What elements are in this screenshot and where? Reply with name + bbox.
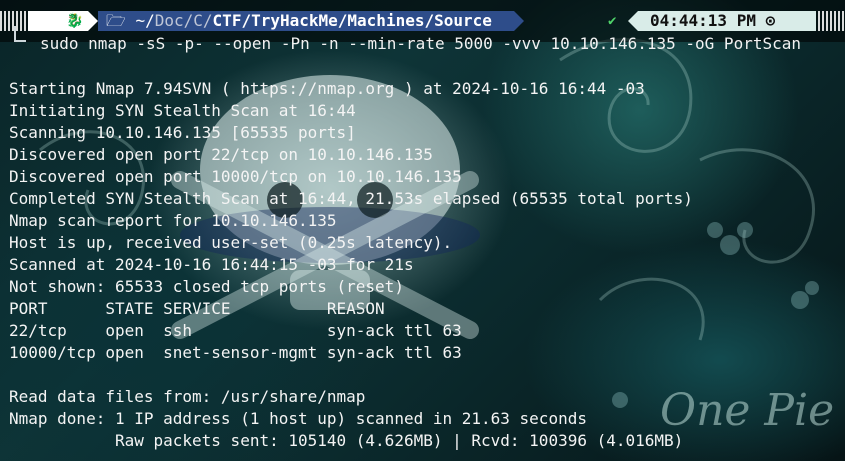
- output-line: Starting Nmap 7.94SVN ( https://nmap.org…: [9, 79, 645, 98]
- output-line: Host is up, received user-set (0.25s lat…: [9, 233, 453, 252]
- output-line: 10000/tcp open snet-sensor-mgmt syn-ack …: [9, 343, 462, 362]
- output-line: Scanned at 2024-10-16 16:44:15 -03 for 2…: [9, 255, 414, 274]
- folder-icon: 🗁: [106, 11, 136, 30]
- path-parent: Doc/C/: [154, 11, 213, 30]
- output-line: 22/tcp open ssh syn-ack ttl 63: [9, 321, 462, 340]
- prompt-connector: [14, 26, 26, 42]
- current-directory: 🗁 ~/Doc/C/CTF/TryHackMe/Machines/Source: [98, 11, 514, 31]
- powerline-separator: [514, 11, 524, 31]
- output-line: Initiating SYN Stealth Scan at 16:44: [9, 101, 356, 120]
- output-line: Discovered open port 10000/tcp on 10.10.…: [9, 167, 462, 186]
- output-line: Raw packets sent: 105140 (4.626MB) | Rcv…: [9, 431, 684, 450]
- output-line: Completed SYN Stealth Scan at 16:44, 21.…: [9, 189, 693, 208]
- time-segment: 04:44:13 PM ⊙: [638, 11, 816, 31]
- clock-icon: ⊙: [765, 11, 776, 30]
- checkmark-icon: ✔: [608, 13, 617, 29]
- command-line[interactable]: sudo nmap -sS -p- --open -Pn -n --min-ra…: [40, 34, 801, 54]
- kali-dragon-icon: 🐉: [66, 13, 84, 29]
- prompt-right-decoration: [818, 11, 844, 31]
- output-line: Nmap done: 1 IP address (1 host up) scan…: [9, 409, 587, 428]
- prompt-bar: 🐉 🗁 ~/Doc/C/CTF/TryHackMe/Machines/Sourc…: [0, 0, 845, 53]
- output-line: Read data files from: /usr/share/nmap: [9, 387, 366, 406]
- powerline-separator: [628, 11, 638, 31]
- output-line: Scanning 10.10.146.135 [65535 ports]: [9, 123, 356, 142]
- path-current: CTF/TryHackMe/Machines/Source: [212, 11, 492, 30]
- distro-segment: 🐉: [28, 11, 88, 31]
- output-line: Discovered open port 22/tcp on 10.10.146…: [9, 145, 433, 164]
- powerline-separator: [88, 11, 98, 31]
- output-line: Nmap scan report for 10.10.146.135: [9, 211, 337, 230]
- output-line: PORT STATE SERVICE REASON: [9, 299, 385, 318]
- output-line: Not shown: 65533 closed tcp ports (reset…: [9, 277, 404, 296]
- prompt-time: 04:44:13 PM: [650, 11, 756, 30]
- terminal-output: Starting Nmap 7.94SVN ( https://nmap.org…: [9, 78, 693, 452]
